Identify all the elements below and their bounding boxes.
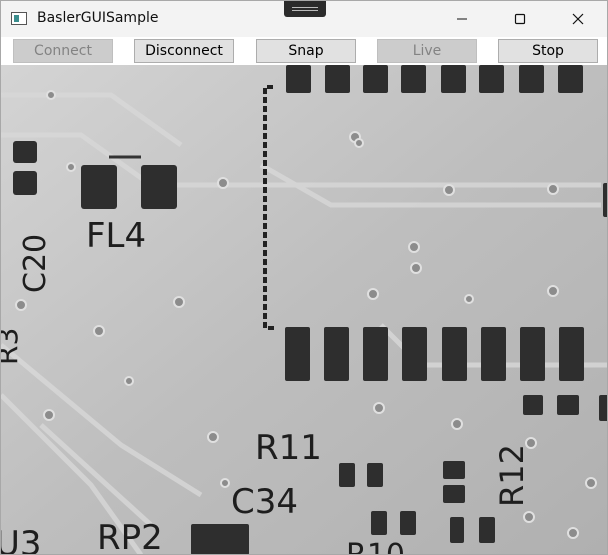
snap-layout-handle[interactable] (284, 1, 326, 17)
label-c34: C34 (231, 482, 298, 522)
minimize-icon (457, 18, 467, 20)
camera-image-view[interactable]: FL4 C20 R3 R11 C34 RP2 U3 R10 R12 (1, 65, 607, 555)
window-title: BaslerGUISample (37, 10, 159, 26)
maximize-icon (514, 13, 526, 25)
label-r3: R3 (1, 328, 24, 365)
main-window: BaslerGUISample Connect Disconnect Snap … (0, 0, 608, 555)
maximize-button[interactable] (497, 1, 543, 37)
stop-button[interactable]: Stop (498, 39, 598, 63)
connect-button[interactable]: Connect (13, 39, 113, 63)
title-bar[interactable]: BaslerGUISample (1, 1, 607, 37)
label-rp2: RP2 (97, 518, 163, 555)
close-button[interactable] (555, 1, 601, 37)
label-r11: R11 (255, 428, 322, 468)
label-u3: U3 (1, 524, 42, 555)
label-c20: C20 (18, 234, 53, 293)
close-icon (572, 13, 584, 25)
live-button[interactable]: Live (377, 39, 477, 63)
snap-button[interactable]: Snap (256, 39, 356, 63)
disconnect-button[interactable]: Disconnect (134, 39, 234, 63)
toolbar: Connect Disconnect Snap Live Stop (1, 37, 607, 65)
app-window-icon (11, 12, 27, 25)
camera-frame: FL4 C20 R3 R11 C34 RP2 U3 R10 R12 (1, 65, 607, 555)
label-r12: R12 (493, 444, 531, 507)
label-r10: R10 (346, 538, 405, 555)
label-fl4: FL4 (86, 216, 146, 256)
minimize-button[interactable] (439, 1, 485, 37)
